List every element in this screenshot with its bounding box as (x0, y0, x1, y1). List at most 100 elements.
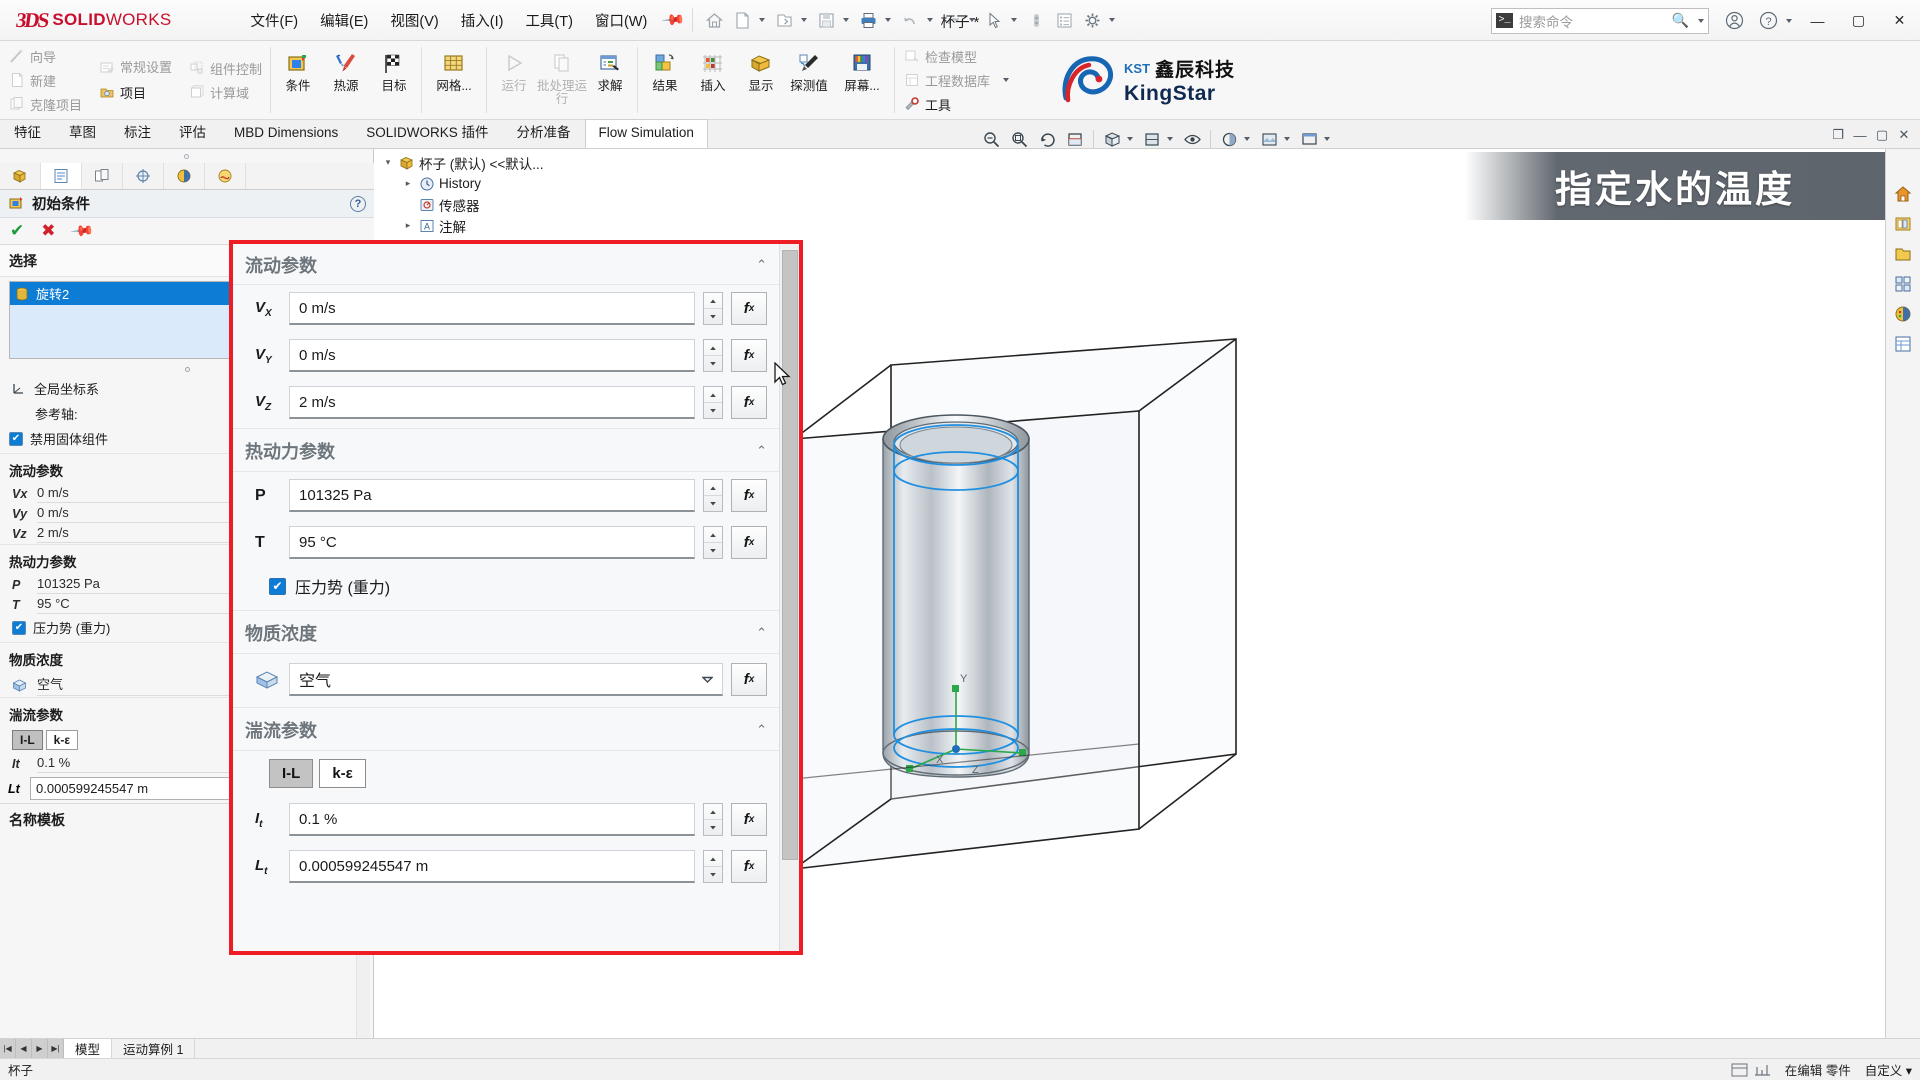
ribbon-screen-capture-button[interactable]: 屏幕... (833, 45, 891, 93)
tree-node-part[interactable]: ▾ 杯子 (默认) <<默认... (382, 152, 682, 173)
select-dropdown-icon[interactable] (1011, 18, 1017, 22)
ribbon-mesh-button[interactable]: 网格... (425, 45, 483, 93)
ribbon-condition-button[interactable]: 条件 (274, 45, 322, 93)
ribbon-wizard-button[interactable]: 向导 (4, 45, 86, 68)
t-spinner[interactable] (703, 526, 723, 559)
scene-dropdown-icon[interactable] (1284, 137, 1290, 141)
menu-edit[interactable]: 编辑(E) (309, 6, 379, 35)
search-dropdown-icon[interactable] (1698, 19, 1704, 23)
maximize-button[interactable]: ▢ (1838, 0, 1879, 41)
spinner-down-icon[interactable] (704, 495, 722, 511)
spinner-down-icon[interactable] (704, 819, 722, 835)
tab-dimxpert-manager[interactable] (123, 163, 164, 189)
status-custom-config[interactable]: 自定义 ▾ (1865, 1060, 1912, 1079)
chevron-down-icon[interactable]: ▾ (382, 157, 394, 168)
close-button[interactable]: ✕ (1879, 0, 1920, 41)
ribbon-probe-value-button[interactable]: 探测值 (785, 45, 833, 93)
gear-dropdown-icon[interactable] (1109, 18, 1115, 22)
zoom-area-icon[interactable] (1006, 127, 1032, 151)
spinner-down-icon[interactable] (704, 866, 722, 882)
menu-file[interactable]: 文件(F) (240, 6, 310, 35)
undo-dropdown-icon[interactable] (927, 18, 933, 22)
last-tab-button[interactable]: ▶| (48, 1039, 64, 1059)
appearances-icon[interactable] (1890, 301, 1916, 327)
prev-tab-button[interactable]: ◀ (16, 1039, 32, 1059)
it-input[interactable]: 0.1 % (289, 803, 695, 836)
open-folder-icon[interactable] (772, 7, 798, 33)
appearance-icon[interactable] (1216, 127, 1242, 151)
print-dropdown-icon[interactable] (885, 18, 891, 22)
tab-flow-simulation-tree[interactable] (205, 163, 246, 189)
rotate-view-icon[interactable] (1034, 127, 1060, 151)
open-dropdown-icon[interactable] (801, 18, 807, 22)
bottom-tab-model[interactable]: 模型 (64, 1039, 112, 1059)
tab-appearances[interactable] (164, 163, 205, 189)
spinner-down-icon[interactable] (704, 308, 722, 324)
help-dropdown-icon[interactable] (1786, 19, 1792, 23)
disable-solid-checkbox[interactable]: ✔ (9, 432, 23, 446)
ribbon-engineering-database-button[interactable]: 工程数据库 (899, 69, 994, 92)
design-library-icon[interactable] (1890, 211, 1916, 237)
dialog-scrollbar[interactable] (779, 244, 799, 951)
search-input[interactable]: >_ 搜索命令 🔍 (1491, 8, 1709, 34)
chevron-up-icon[interactable]: ⌃ (756, 257, 767, 273)
lt-spinner-dialog[interactable] (703, 850, 723, 883)
chevron-up-icon[interactable]: ⌃ (756, 625, 767, 641)
gravity-checkbox[interactable]: ✔ (269, 578, 286, 595)
spinner-down-icon[interactable] (704, 542, 722, 558)
tab-analysis-prep[interactable]: 分析准备 (503, 119, 585, 148)
home-panel-icon[interactable] (1890, 181, 1916, 207)
dialog-gravity-row[interactable]: ✔ 压力势 (重力) (233, 566, 779, 610)
ribbon-tools-button[interactable]: 工具 (899, 93, 994, 116)
p-spinner[interactable] (703, 479, 723, 512)
section-view-icon[interactable] (1062, 127, 1088, 151)
options-list-icon[interactable] (1052, 7, 1078, 33)
vx-formula-button[interactable]: fx (731, 292, 767, 325)
spinner-up-icon[interactable] (704, 293, 722, 308)
ribbon-general-settings-button[interactable]: 常规设置 (94, 57, 176, 80)
minimize-window-icon[interactable]: — (1850, 125, 1870, 145)
save-dropdown-icon[interactable] (843, 18, 849, 22)
tab-configuration-manager[interactable] (82, 163, 123, 189)
vx-input[interactable]: 0 m/s (289, 292, 695, 325)
tab-property-manager[interactable] (41, 163, 82, 189)
spinner-up-icon[interactable] (704, 527, 722, 542)
vy-formula-button[interactable]: fx (731, 339, 767, 372)
ribbon-clone-project-button[interactable]: 克隆项目 (4, 93, 86, 116)
p-formula-button[interactable]: fx (731, 479, 767, 512)
t-input[interactable]: 95 °C (289, 526, 695, 559)
spinner-up-icon[interactable] (704, 340, 722, 355)
it-formula-button[interactable]: fx (731, 803, 767, 836)
ribbon-component-control-button[interactable]: 组件控制 (184, 57, 266, 80)
view-orientation-dropdown-icon[interactable] (1127, 137, 1133, 141)
dialog-scrollbar-thumb[interactable] (782, 250, 798, 860)
turbulence-toggle-il-mini[interactable]: I-L (12, 730, 43, 750)
ribbon-solve-button[interactable]: 求解 (586, 45, 634, 93)
print-icon[interactable] (856, 7, 882, 33)
ribbon-heat-source-button[interactable]: 热源 (322, 45, 370, 93)
vz-spinner[interactable] (703, 386, 723, 419)
view-orientation-icon[interactable] (1099, 127, 1125, 151)
scene-icon[interactable] (1256, 127, 1282, 151)
tab-feature-tree[interactable] (0, 163, 41, 189)
p-input[interactable]: 101325 Pa (289, 479, 695, 512)
vz-formula-button[interactable]: fx (731, 386, 767, 419)
tab-features[interactable]: 特征 (0, 119, 55, 148)
save-icon[interactable] (814, 7, 840, 33)
display-style-icon[interactable] (1139, 127, 1165, 151)
spinner-up-icon[interactable] (704, 480, 722, 495)
menu-tools[interactable]: 工具(T) (514, 6, 584, 35)
spinner-up-icon[interactable] (704, 804, 722, 819)
ribbon-run-button[interactable]: 运行 (490, 45, 538, 93)
select-cursor-icon[interactable] (982, 7, 1008, 33)
bottom-tab-motion-study[interactable]: 运动算例 1 (112, 1039, 195, 1059)
vz-input[interactable]: 2 m/s (289, 386, 695, 419)
substance-formula-button[interactable]: fx (731, 663, 767, 696)
spinner-up-icon[interactable] (704, 851, 722, 866)
home-icon[interactable] (702, 7, 728, 33)
help-question-icon[interactable]: ? (1751, 0, 1785, 41)
next-tab-button[interactable]: ▶ (32, 1039, 48, 1059)
chevron-up-icon[interactable]: ⌃ (756, 722, 767, 738)
lt-formula-button-dialog[interactable]: fx (731, 850, 767, 883)
gravity-checkbox-mini[interactable]: ✔ (12, 621, 26, 635)
